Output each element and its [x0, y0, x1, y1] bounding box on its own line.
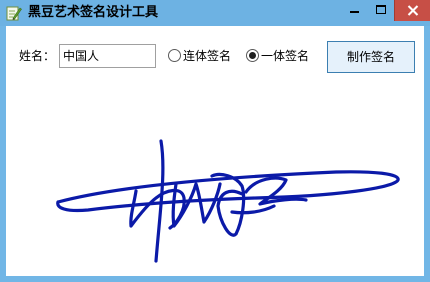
- maximize-button[interactable]: [368, 0, 394, 21]
- close-button[interactable]: [394, 0, 430, 21]
- minimize-button[interactable]: [341, 0, 368, 21]
- maximize-icon: [376, 5, 386, 14]
- client-area: 姓名： 中国人 连体签名 一体签名 制作签名: [6, 26, 424, 276]
- window-title: 黑豆艺术签名设计工具: [28, 5, 159, 20]
- minimize-icon: [350, 11, 359, 13]
- app-icon: [6, 6, 22, 21]
- app-window: 黑豆艺术签名设计工具 姓名： 中国人 连体签名 一体签名 制作签名: [0, 0, 430, 282]
- title-bar[interactable]: 黑豆艺术签名设计工具: [0, 0, 430, 26]
- signature-image: [56, 139, 400, 263]
- close-icon: [407, 5, 419, 16]
